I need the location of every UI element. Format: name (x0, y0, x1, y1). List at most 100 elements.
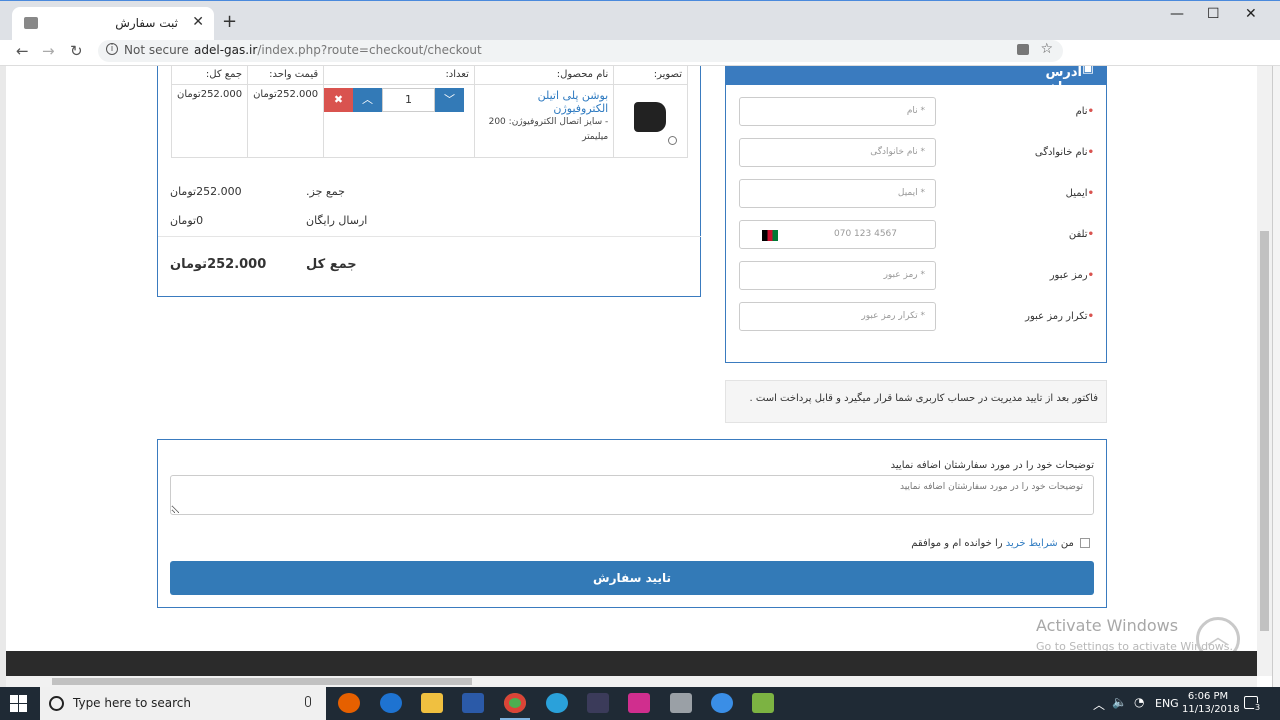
item-total: 252.000تومان (170, 84, 249, 158)
phone-label: •تلفن (1068, 229, 1094, 240)
terms-checkbox[interactable] (1080, 538, 1090, 548)
order-comment-panel: توضیحات خود را در مورد سفارشتان اضافه نم… (157, 439, 1107, 608)
cart-panel: جمع کل: قیمت واحد: تعداد: نام محصول: تصو… (157, 66, 701, 297)
bookmark-star-icon[interactable]: ☆ (1040, 41, 1053, 57)
activate-windows-title: Activate Windows (1036, 616, 1179, 635)
terms-agreement: من شرایط خرید را خوانده ام و موافقم (911, 538, 1090, 549)
page-viewport: جمع کل: قیمت واحد: تعداد: نام محصول: تصو… (0, 66, 1280, 687)
browser-tab[interactable]: ثبت سفارش ✕ (12, 7, 214, 41)
firstname-label: •نام (1075, 106, 1094, 117)
search-placeholder: Type here to search (73, 696, 191, 710)
quantity-stepper: ✖ ︿ 1 ﹀ (324, 88, 464, 112)
new-tab-button[interactable]: + (222, 11, 237, 32)
maximize-button[interactable]: ☐ (1207, 6, 1220, 22)
back-arrow-icon[interactable]: ← (16, 42, 29, 60)
url-path: /index.php?route=checkout/checkout (257, 43, 482, 57)
password-label: •رمز عبور (1049, 270, 1094, 281)
grand-total-label: جمع کل (306, 257, 357, 272)
translate-icon[interactable] (1017, 44, 1029, 55)
panel-title: ▣ آدرس پرداخت (1034, 66, 1094, 95)
language-indicator[interactable]: ENG (1155, 697, 1179, 710)
microphone-icon[interactable] (305, 696, 311, 707)
clock-time: 6:06 PM (1187, 691, 1229, 702)
app-icon[interactable] (711, 693, 733, 713)
cart-header-row: جمع کل: قیمت واحد: تعداد: نام محصول: تصو… (170, 66, 688, 85)
terms-link[interactable]: شرایط خرید (1006, 538, 1058, 549)
edge-icon[interactable] (380, 693, 402, 713)
phone-field[interactable]: 070 123 4567 (739, 220, 936, 249)
close-window-button[interactable]: ✕ (1245, 6, 1257, 22)
app-icon[interactable] (752, 693, 774, 713)
qty-up-button[interactable]: ︿ (353, 88, 382, 112)
agree-prefix: من (1060, 538, 1074, 549)
site-favicon-icon (24, 17, 38, 29)
file-explorer-icon[interactable] (421, 693, 443, 713)
item-unit-price: 252.000تومان (247, 84, 325, 158)
agree-suffix: را خوانده ام و موافقم (911, 538, 1003, 549)
firstname-field[interactable]: * نام (739, 97, 936, 126)
info-icon[interactable]: i (106, 43, 118, 55)
security-status: Not secure (124, 43, 189, 57)
lastname-field[interactable]: * نام خانوادگی (739, 138, 936, 167)
country-flag-icon[interactable] (762, 230, 778, 241)
reload-icon[interactable]: ↻ (70, 42, 83, 60)
side-panel-strip (1272, 66, 1280, 687)
clock-date: 11/13/2018 (1182, 704, 1240, 715)
vertical-scroll-thumb[interactable] (1260, 231, 1269, 631)
comment-textarea[interactable] (170, 475, 1094, 515)
col-unit-price: قیمت واحد: (247, 66, 325, 85)
horizontal-scroll-thumb[interactable] (52, 678, 472, 685)
volume-icon[interactable]: 🔈 (1112, 695, 1127, 709)
lastname-label: •نام خانوادگی (1034, 147, 1094, 158)
shipping-value: 0تومان (170, 214, 204, 227)
minimize-button[interactable]: — (1170, 6, 1184, 22)
email-label: •ایمیل (1065, 188, 1094, 199)
col-qty: تعداد: (323, 66, 475, 85)
confirm-order-button[interactable]: تایید سفارش (170, 561, 1094, 595)
panel-heading: ▣ آدرس پرداخت (726, 66, 1106, 95)
email-field[interactable]: * ایمیل (739, 179, 936, 208)
cart-table: جمع کل: قیمت واحد: تعداد: نام محصول: تصو… (170, 66, 688, 158)
col-product-name: نام محصول: (473, 66, 615, 85)
password-field[interactable]: * رمز عبور (739, 261, 936, 290)
subtotal-label: جمع جز. (306, 185, 345, 198)
qty-down-button[interactable]: ﹀ (435, 88, 464, 112)
firefox-icon[interactable] (338, 693, 360, 713)
app-icon[interactable] (670, 693, 692, 713)
tab-title: ثبت سفارش (115, 16, 178, 30)
shipping-label: ارسال رایگان (306, 214, 368, 227)
windows-start-icon[interactable] (10, 695, 27, 712)
tray-chevron-icon[interactable]: ︿ (1093, 696, 1105, 713)
network-icon[interactable]: ◔ (1134, 695, 1144, 709)
zoom-icon[interactable] (668, 136, 677, 145)
cortana-icon[interactable] (49, 696, 64, 711)
asus-app-icon[interactable] (462, 693, 484, 713)
product-link[interactable]: بوشن پلی اتیلن الکتروفیوژن (480, 89, 609, 115)
grand-total-value: 252.000تومان (170, 257, 267, 272)
browser-toolbar: ← → ↻ i Not secure adel-gas.ir/index.php… (0, 40, 1280, 99)
invoice-notice: فاکتور بعد از تایید مدیریت در حساب کاربر… (725, 380, 1107, 423)
product-option: - سایز اتصال الکتروفیوژن: 200 میلیمتر (488, 117, 609, 142)
app-icon[interactable] (628, 693, 650, 713)
page-footer (6, 651, 1257, 676)
notice-text: فاکتور بعد از تایید مدیریت در حساب کاربر… (749, 393, 1098, 404)
comment-label: توضیحات خود را در مورد سفارشتان اضافه نم… (890, 460, 1094, 471)
qty-input[interactable]: 1 (382, 88, 435, 112)
address-bar[interactable]: i Not secure adel-gas.ir/index.php?route… (98, 40, 1063, 62)
product-thumbnail[interactable] (634, 102, 666, 132)
chrome-icon[interactable] (504, 693, 526, 713)
forward-arrow-icon[interactable]: → (42, 42, 55, 60)
subtotal-value: 252.000تومان (170, 185, 242, 198)
taskbar-clock[interactable]: 6:06 PM 11/13/2018 (1182, 690, 1240, 716)
col-total: جمع کل: (170, 66, 249, 85)
divider (158, 236, 701, 237)
tab-close-icon[interactable]: ✕ (192, 14, 204, 30)
remove-item-button[interactable]: ✖ (324, 88, 353, 112)
telegram-icon[interactable] (546, 693, 568, 713)
app-icon[interactable] (587, 693, 609, 713)
browser-titlebar: ثبت سفارش ✕ + — ☐ ✕ (0, 0, 1280, 41)
windows-taskbar: Type here to search ︿ 🔈 ◔ ENG 6:06 PM 11… (0, 687, 1280, 720)
billing-address-panel: ▣ آدرس پرداخت •نام * نام •نام خانوادگی *… (725, 66, 1107, 363)
taskbar-search[interactable]: Type here to search (40, 687, 326, 720)
confirm-password-field[interactable]: * تکرار رمز عبور (739, 302, 936, 331)
